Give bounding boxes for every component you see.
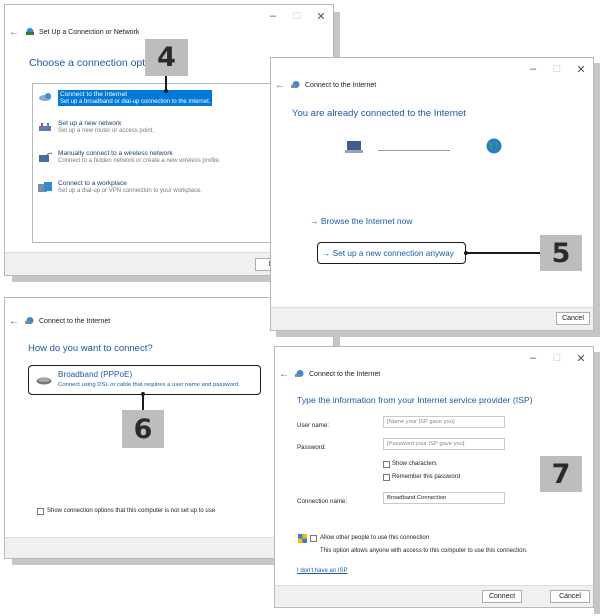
option-wireless[interactable]: Manually connect to a wireless network C… [38, 150, 220, 164]
close-button[interactable]: ✕ [309, 5, 333, 27]
setup-anyway-label: → Set up a new connection anyway [322, 248, 454, 258]
page-heading: How do you want to connect? [28, 343, 153, 354]
window-shadow [594, 352, 600, 614]
no-isp-link[interactable]: I don't have an ISP [297, 568, 348, 574]
broadband-modem-icon [36, 377, 52, 385]
back-arrow-icon[interactable]: ← [275, 80, 285, 91]
workplace-icon [38, 182, 52, 192]
network-setup-icon [25, 27, 35, 38]
maximize-button[interactable]: □ [545, 347, 569, 369]
show-characters-checkbox[interactable] [383, 461, 390, 468]
allow-others-checkbox[interactable] [310, 535, 317, 542]
window-shadow [594, 63, 600, 337]
internet-icon [25, 316, 35, 327]
option-workplace[interactable]: Connect to a workplace Set up a dial-up … [38, 180, 202, 194]
cancel-button[interactable]: Cancel [550, 590, 590, 603]
internet-icon [295, 369, 305, 380]
show-options-checkbox[interactable] [37, 508, 44, 515]
close-button[interactable]: ✕ [569, 347, 593, 369]
step-5-label: 5 [540, 235, 582, 271]
show-options-label: Show connection options that this comput… [47, 508, 216, 514]
window-title: Connect to the Internet [305, 82, 377, 89]
password-field[interactable]: [Password your ISP gave you] [383, 438, 505, 450]
option-title: Manually connect to a wireless network [58, 150, 173, 157]
window-already-connected: – □ ✕ ← Connect to the Internet You are … [270, 57, 594, 331]
show-characters-label: Show characters [392, 461, 437, 467]
connection-name-label: Connection name: [297, 498, 348, 505]
option-desc: Set up a dial-up or VPN connection to yo… [58, 188, 203, 194]
username-label: User name: [297, 422, 329, 429]
option-desc: Connect to a hidden network or create a … [58, 158, 221, 164]
allow-others-label: Allow other people to use this connectio… [320, 535, 430, 541]
callout-line [466, 252, 540, 254]
window-controls: – □ ✕ [261, 5, 333, 27]
option-desc: Set up a new router or access point. [58, 128, 155, 134]
wireless-network-icon [39, 152, 52, 162]
internet-icon [291, 80, 301, 91]
window-title: Set Up a Connection or Network [39, 29, 140, 36]
window-controls: – □ ✕ [521, 58, 593, 80]
remember-password-label: Remember this password [392, 474, 461, 480]
option-title: Set up a new network [58, 120, 122, 127]
router-icon [39, 123, 51, 131]
callout-line [142, 394, 144, 410]
maximize-button[interactable]: □ [285, 5, 309, 27]
callout-dot [164, 89, 168, 93]
back-arrow-icon[interactable]: ← [9, 27, 19, 38]
computer-icon [345, 141, 363, 153]
connection-name-field[interactable]: Broadband Connection [383, 492, 505, 504]
option-title: Broadband (PPPoE) [58, 370, 133, 379]
window-controls: – □ ✕ [521, 347, 593, 369]
option-broadband[interactable]: Broadband (PPPoE) Connect using DSL or c… [28, 365, 261, 395]
option-new-network[interactable]: Set up a new network Set up a new router… [38, 120, 154, 134]
close-button[interactable]: ✕ [569, 58, 593, 80]
broadband-icon [39, 93, 51, 101]
option-desc: Connect using DSL or cable that requires… [58, 382, 240, 388]
page-heading: Type the information from your Internet … [297, 395, 533, 405]
username-field[interactable]: [Name your ISP gave you] [383, 416, 505, 428]
connect-button[interactable]: Connect [482, 590, 522, 603]
footer-bar: Cancel [271, 307, 593, 330]
option-desc: Set up a broadband or dial-up connection… [60, 99, 211, 105]
option-connect-internet[interactable]: Connect to the Internet Set up a broadba… [38, 90, 213, 106]
window-title: Connect to the Internet [39, 318, 111, 325]
window-title: Connect to the Internet [309, 371, 381, 378]
footer-bar: Connect Cancel [275, 585, 593, 607]
shield-icon [298, 534, 307, 543]
nav-bar: ← Set Up a Connection or Network [9, 27, 139, 38]
allow-others-desc: This option allows anyone with access to… [320, 548, 528, 554]
remember-password-checkbox[interactable] [383, 474, 390, 481]
minimize-button[interactable]: – [261, 5, 285, 27]
minimize-button[interactable]: – [521, 347, 545, 369]
browse-internet-link[interactable]: → Browse the Internet now [310, 216, 413, 226]
nav-bar: ← Connect to the Internet [9, 316, 110, 327]
cancel-button[interactable]: Cancel [556, 312, 590, 325]
nav-bar: ← Connect to the Internet [275, 80, 376, 91]
page-heading: You are already connected to the Interne… [292, 108, 466, 119]
step-7-label: 7 [540, 456, 582, 492]
back-arrow-icon[interactable]: ← [279, 369, 289, 380]
option-title: Connect to the Internet [60, 91, 128, 98]
step-4-label: 4 [145, 39, 188, 76]
window-shadow [276, 331, 600, 337]
password-label: Password: [297, 444, 326, 451]
setup-anyway-option[interactable]: → Set up a new connection anyway [317, 242, 466, 264]
option-title: Connect to a workplace [58, 180, 127, 187]
back-arrow-icon[interactable]: ← [9, 316, 19, 327]
connection-line [378, 150, 450, 151]
nav-bar: ← Connect to the Internet [279, 369, 380, 380]
page-heading: Choose a connection option [29, 57, 160, 69]
step-6-label: 6 [122, 410, 164, 448]
maximize-button[interactable]: □ [545, 58, 569, 80]
globe-icon [486, 138, 502, 154]
minimize-button[interactable]: – [521, 58, 545, 80]
